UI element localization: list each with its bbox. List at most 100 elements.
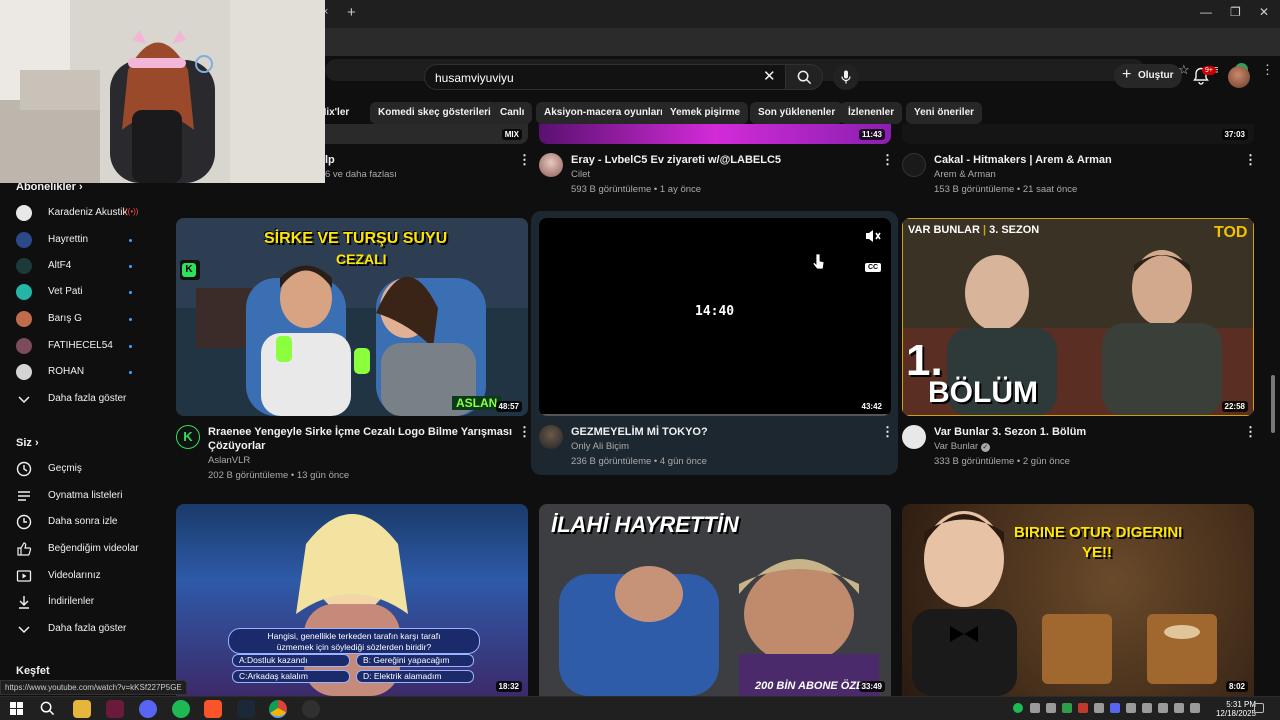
sidebar-item-your-videos[interactable]: Videolarınız bbox=[0, 563, 160, 589]
channel-name[interactable]: Cilet bbox=[571, 169, 590, 180]
verified-icon: ✓ bbox=[980, 443, 990, 452]
video-title-line2[interactable]: Çözüyorlar bbox=[208, 439, 265, 453]
search-icon[interactable] bbox=[40, 701, 55, 716]
sidebar-item-downloads[interactable]: İndirilenler bbox=[0, 589, 160, 615]
video-title[interactable]: Eray - LvbelC5 Ev ziyareti w/@LABELC5 bbox=[571, 153, 781, 167]
tray-spotify-icon[interactable] bbox=[1013, 703, 1023, 713]
discord-icon[interactable] bbox=[139, 700, 157, 718]
video-title[interactable]: lp bbox=[325, 153, 335, 167]
tray-icon[interactable] bbox=[1142, 703, 1152, 713]
sidebar-item-hayrettin[interactable]: Hayrettin bbox=[0, 227, 160, 253]
page-scrollbar[interactable] bbox=[1271, 375, 1275, 433]
sidebar-show-more-you[interactable]: Daha fazla göster bbox=[0, 616, 160, 642]
chip-action-games[interactable]: Aksiyon-macera oyunları bbox=[536, 102, 671, 124]
channel-name[interactable]: Var Bunlar ✓ bbox=[934, 441, 990, 452]
video-thumbnail-eray[interactable]: 11:43 bbox=[539, 124, 891, 144]
sidebar-item-karadeniz-akustik[interactable]: Karadeniz Akustik ((•)) bbox=[0, 200, 160, 226]
sidebar-item-altf4[interactable]: AltF4 bbox=[0, 253, 160, 279]
chip-cooking[interactable]: Yemek pişirme bbox=[662, 102, 749, 124]
more-actions-icon[interactable]: ⋮ bbox=[1244, 424, 1257, 440]
sidebar-item-playlists[interactable]: Oynatma listeleri bbox=[0, 483, 160, 509]
spotify-icon[interactable] bbox=[172, 700, 190, 718]
tray-icon[interactable] bbox=[1158, 703, 1168, 713]
more-actions-icon[interactable]: ⋮ bbox=[1244, 152, 1257, 168]
tray-icon[interactable] bbox=[1062, 703, 1072, 713]
more-actions-icon[interactable]: ⋮ bbox=[881, 152, 894, 168]
app-icon[interactable] bbox=[106, 700, 124, 718]
tray-icon[interactable] bbox=[1030, 703, 1040, 713]
channel-name[interactable]: Only Ali Biçim bbox=[571, 441, 629, 452]
chip-watched[interactable]: İzlenenler bbox=[840, 102, 903, 124]
channel-avatar[interactable] bbox=[902, 425, 926, 449]
sidebar-item-vet-pati[interactable]: Vet Pati bbox=[0, 279, 160, 305]
more-actions-icon[interactable]: ⋮ bbox=[881, 424, 894, 440]
chip-recent[interactable]: Son yüklenenler bbox=[750, 102, 844, 124]
chip-live[interactable]: Canlı bbox=[492, 102, 533, 124]
mute-icon[interactable] bbox=[864, 228, 882, 244]
sidebar-item-fatihecel54[interactable]: FATIHECEL54 bbox=[0, 333, 160, 359]
tray-icon[interactable] bbox=[1078, 703, 1088, 713]
close-window-icon[interactable]: ✕ bbox=[1259, 5, 1269, 19]
taskbar-clock[interactable]: 5:31 PM 12/18/2025 bbox=[1216, 700, 1256, 718]
thumbnail-logo: K bbox=[182, 263, 196, 277]
sidebar-item-baris-g[interactable]: Barış G bbox=[0, 306, 160, 332]
video-meta: 6 ve daha fazlası bbox=[325, 169, 397, 180]
search-button[interactable] bbox=[785, 64, 823, 90]
more-actions-icon[interactable]: ⋮ bbox=[518, 152, 531, 168]
video-thumbnail-cakal[interactable]: 37:03 bbox=[902, 124, 1254, 144]
volume-icon[interactable] bbox=[1174, 703, 1184, 713]
tray-icon[interactable] bbox=[1110, 703, 1120, 713]
voice-search-button[interactable] bbox=[833, 64, 859, 90]
channel-avatar[interactable] bbox=[902, 153, 926, 177]
video-preview-player[interactable]: 14:40 CC 43:42 bbox=[539, 218, 891, 416]
sidebar-item-history[interactable]: Geçmiş bbox=[0, 456, 160, 482]
browser-menu-icon[interactable]: ⋮ bbox=[1261, 62, 1274, 78]
video-thumbnail-var-bunlar[interactable]: VAR BUNLAR | 3. SEZON TOD 1. BÖLÜM 22:58 bbox=[902, 218, 1254, 416]
channel-name[interactable]: AslanVLR bbox=[208, 455, 250, 466]
preview-progress-bar[interactable] bbox=[539, 414, 891, 416]
video-thumbnail-chairs[interactable]: BIRINE OTUR DIGERINI YE!! 8:02 bbox=[902, 504, 1254, 696]
channel-avatar[interactable] bbox=[539, 153, 563, 177]
new-tab-button[interactable]: + bbox=[347, 4, 356, 21]
status-bar-url: https://www.youtube.com/watch?v=kKSf227P… bbox=[0, 680, 187, 695]
notification-center-icon[interactable] bbox=[1254, 703, 1264, 713]
more-actions-icon[interactable]: ⋮ bbox=[518, 424, 531, 440]
chrome-icon[interactable] bbox=[269, 700, 287, 718]
video-thumbnail-ilahi-hayrettin[interactable]: İLAHİ HAYRETTİN 200 BİN ABONE ÖZEL 33:49 bbox=[539, 504, 891, 696]
sidebar-show-more-subs[interactable]: Daha fazla göster bbox=[0, 386, 160, 412]
channel-name[interactable]: Arem & Arman bbox=[934, 169, 996, 180]
obs-icon[interactable] bbox=[302, 700, 320, 718]
network-icon[interactable] bbox=[1190, 703, 1200, 713]
windows-start-icon[interactable] bbox=[10, 702, 23, 715]
restore-icon[interactable]: ❐ bbox=[1230, 5, 1241, 19]
video-thumbnail-sirke[interactable]: SİRKE VE TURŞU SUYU CEZALI K ASLAN 48:57 bbox=[176, 218, 528, 416]
brave-icon[interactable] bbox=[204, 700, 222, 718]
chip-comedy[interactable]: Komedi skeç gösterileri bbox=[370, 102, 499, 124]
video-title[interactable]: GEZMEYELİM Mİ TOKYO? bbox=[571, 425, 708, 439]
channel-avatar[interactable]: K bbox=[176, 425, 200, 449]
search-input[interactable]: husamviyuviyu bbox=[424, 64, 786, 90]
steam-icon[interactable] bbox=[237, 700, 255, 718]
create-button[interactable]: + Oluştur bbox=[1114, 64, 1182, 88]
file-explorer-icon[interactable] bbox=[73, 700, 91, 718]
minimize-icon[interactable]: — bbox=[1200, 5, 1212, 19]
video-title[interactable]: Cakal - Hitmakers | Arem & Arman bbox=[934, 153, 1112, 167]
you-heading[interactable]: Siz › bbox=[16, 437, 39, 449]
sidebar-item-watch-later[interactable]: Daha sonra izle bbox=[0, 509, 160, 535]
clear-search-icon[interactable]: ✕ bbox=[763, 67, 776, 85]
tray-icon[interactable] bbox=[1046, 703, 1056, 713]
account-avatar[interactable] bbox=[1228, 66, 1250, 88]
tray-icon[interactable] bbox=[1126, 703, 1136, 713]
sidebar-item-rohan[interactable]: ROHAN bbox=[0, 359, 160, 385]
sidebar-item-liked-videos[interactable]: Beğendiğim videolar bbox=[0, 536, 160, 562]
tray-icon[interactable] bbox=[1094, 703, 1104, 713]
quiz-question-box: Hangisi, genellikle terkeden tarafın kar… bbox=[228, 628, 480, 654]
video-title[interactable]: Rraenee Yengeyle Sirke İçme Cezalı Logo … bbox=[208, 425, 512, 439]
video-thumbnail-mix[interactable]: MIX bbox=[325, 124, 528, 144]
channel-avatar[interactable] bbox=[539, 425, 563, 449]
video-thumbnail-quiz[interactable]: Hangisi, genellikle terkeden tarafın kar… bbox=[176, 504, 528, 696]
thumbnail-headline: BIRINE OTUR DIGERINI bbox=[1014, 524, 1183, 541]
captions-button[interactable]: CC bbox=[865, 263, 882, 272]
chip-new[interactable]: Yeni öneriler bbox=[906, 102, 983, 124]
video-title[interactable]: Var Bunlar 3. Sezon 1. Bölüm bbox=[934, 425, 1086, 439]
